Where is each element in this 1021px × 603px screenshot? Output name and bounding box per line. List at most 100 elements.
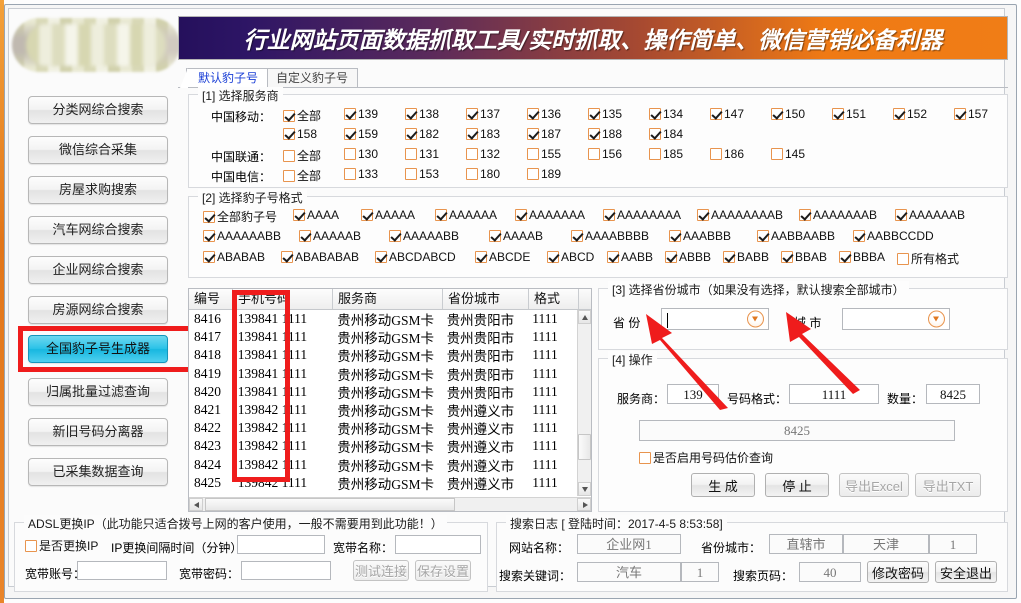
table-row[interactable]: 8422 139842 1111 贵州移动GSM卡 贵州遵义市 1111	[189, 419, 577, 437]
format-checkbox-ABABABAB[interactable]: ABABABAB	[281, 250, 359, 264]
provider-checkbox-130[interactable]: 130	[344, 147, 378, 161]
scroll-down-icon[interactable]	[578, 482, 591, 496]
table-row[interactable]: 8420 139841 1111 贵州移动GSM卡 贵州贵阳市 1111	[189, 383, 577, 401]
format-checkbox-ABBB[interactable]: ABBB	[665, 250, 711, 264]
format-checkbox-AAAAAABB[interactable]: AAAAAABB	[203, 229, 281, 243]
provider-checkbox-全部[interactable]: 全部	[283, 147, 321, 164]
format-checkbox-全部豹子号[interactable]: 全部豹子号	[203, 208, 277, 225]
broadband-account-field[interactable]	[77, 561, 167, 580]
broadband-name-field[interactable]	[395, 535, 481, 554]
provider-checkbox-180[interactable]: 180	[466, 167, 500, 181]
provider-checkbox-155[interactable]: 155	[527, 147, 561, 161]
provider-checkbox-184[interactable]: 184	[649, 127, 683, 141]
format-checkbox-AAAAAA[interactable]: AAAAAA	[435, 208, 497, 222]
provider-checkbox-151[interactable]: 151	[832, 107, 866, 121]
change-password-button[interactable]: 修改密码	[867, 561, 929, 583]
grid-column-header-2[interactable]: 服务商	[333, 289, 443, 309]
provider-checkbox-158[interactable]: 158	[283, 127, 317, 141]
format-checkbox-AAAAAAAA[interactable]: AAAAAAAA	[603, 208, 681, 222]
sidebar-item-house-wanted[interactable]: 房屋求购搜索	[28, 176, 168, 204]
provider-checkbox-131[interactable]: 131	[405, 147, 439, 161]
table-row[interactable]: 8425 139842 1111 贵州移动GSM卡 贵州遵义市 1111	[189, 474, 577, 492]
provider-checkbox-150[interactable]: 150	[771, 107, 805, 121]
format-checkbox-ABABAB[interactable]: ABABAB	[203, 250, 265, 264]
format-checkbox-ABCDE[interactable]: ABCDE	[475, 250, 530, 264]
scroll-right-icon[interactable]	[577, 498, 591, 511]
provider-checkbox-133[interactable]: 133	[344, 167, 378, 181]
format-checkbox-AAABBB[interactable]: AAABBB	[669, 229, 731, 243]
grid-column-header-3[interactable]: 省份城市	[443, 289, 529, 309]
export-txt-button[interactable]: 导出TXT	[915, 473, 981, 497]
format-checkbox-ABCD[interactable]: ABCD	[547, 250, 594, 264]
sidebar-item-baozi-generator[interactable]: 全国豹子号生成器	[28, 335, 168, 363]
table-row[interactable]: 8418 139841 1111 贵州移动GSM卡 贵州贵阳市 1111	[189, 346, 577, 364]
generate-button[interactable]: 生 成	[691, 473, 755, 497]
provider-checkbox-139[interactable]: 139	[344, 107, 378, 121]
scroll-up-icon[interactable]	[578, 310, 591, 324]
test-connection-button[interactable]: 测试连接	[353, 560, 409, 581]
op-count-field[interactable]: 8425	[926, 384, 980, 404]
grid-body[interactable]: 8416 139841 1111 贵州移动GSM卡 贵州贵阳市 1111 8417 1398…	[189, 310, 577, 496]
provider-checkbox-153[interactable]: 153	[405, 167, 439, 181]
format-checkbox-BBBA[interactable]: BBBA	[839, 250, 885, 264]
provider-checkbox-138[interactable]: 138	[405, 107, 439, 121]
provider-checkbox-135[interactable]: 135	[588, 107, 622, 121]
sidebar-item-collected-data[interactable]: 已采集数据查询	[28, 458, 168, 486]
provider-checkbox-156[interactable]: 156	[588, 147, 622, 161]
format-checkbox-AAAAA[interactable]: AAAAA	[361, 208, 415, 222]
logout-button[interactable]: 安全退出	[935, 561, 997, 583]
grid-column-header-0[interactable]: 编号	[189, 289, 233, 309]
provider-checkbox-137[interactable]: 137	[466, 107, 500, 121]
table-row[interactable]: 8416 139841 1111 贵州移动GSM卡 贵州贵阳市 1111	[189, 310, 577, 328]
sidebar-item-number-separator[interactable]: 新旧号码分离器	[28, 418, 168, 446]
provider-checkbox-147[interactable]: 147	[710, 107, 744, 121]
grid-vertical-scrollbar[interactable]	[577, 310, 591, 496]
format-checkbox-AAAAAAAB[interactable]: AAAAAAAB	[799, 208, 877, 222]
format-checkbox-AABBAABB[interactable]: AABBAABB	[757, 229, 835, 243]
format-checkbox-AAAAAAAAB[interactable]: AAAAAAAAB	[697, 208, 783, 222]
vertical-scroll-thumb[interactable]	[578, 434, 591, 460]
stop-button[interactable]: 停 止	[765, 473, 829, 497]
op-provider-field[interactable]: 139	[667, 384, 719, 404]
format-checkbox-AAAA[interactable]: AAAA	[293, 208, 339, 222]
results-grid[interactable]: 编号 手机号码 服务商 省份城市 格式 8416 139841 1111 贵州移动GSM卡贵…	[188, 288, 592, 512]
provider-checkbox-189[interactable]: 189	[527, 167, 561, 181]
province-select[interactable]	[661, 308, 769, 330]
tab-custom-baozi[interactable]: 自定义豹子号	[257, 68, 359, 88]
provider-checkbox-187[interactable]: 187	[527, 127, 561, 141]
table-row[interactable]: 8421 139842 1111 贵州移动GSM卡 贵州遵义市 1111	[189, 401, 577, 419]
provider-checkbox-132[interactable]: 132	[466, 147, 500, 161]
scroll-left-icon[interactable]	[189, 498, 203, 511]
sidebar-item-wechat-collect[interactable]: 微信综合采集	[28, 136, 168, 164]
table-row[interactable]: 8417 139841 1111 贵州移动GSM卡 贵州贵阳市 1111	[189, 328, 577, 346]
sidebar-item-car-search[interactable]: 汽车网综合搜索	[28, 216, 168, 244]
export-excel-button[interactable]: 导出Excel	[839, 473, 909, 497]
provider-checkbox-188[interactable]: 188	[588, 127, 622, 141]
format-checkbox-BBAB[interactable]: BBAB	[781, 250, 827, 264]
format-checkbox-AAAAB[interactable]: AAAAB	[489, 229, 543, 243]
provider-checkbox-159[interactable]: 159	[344, 127, 378, 141]
horizontal-scroll-thumb[interactable]	[205, 498, 455, 511]
format-checkbox-所有格式[interactable]: 所有格式	[897, 250, 959, 267]
provider-checkbox-全部[interactable]: 全部	[283, 107, 321, 124]
format-checkbox-BABB[interactable]: BABB	[723, 250, 769, 264]
op-format-field[interactable]: 1111	[789, 384, 879, 404]
change-ip-checkbox[interactable]: 是否更换IP	[25, 537, 98, 554]
sidebar-item-housing-search[interactable]: 房源网综合搜索	[28, 296, 168, 324]
provider-checkbox-152[interactable]: 152	[893, 107, 927, 121]
grid-horizontal-scrollbar[interactable]	[189, 497, 591, 511]
grid-column-header-4[interactable]: 格式	[529, 289, 579, 309]
tab-default-baozi[interactable]: 默认豹子号	[179, 68, 269, 88]
estimate-checkbox[interactable]: 是否启用号码估价查询	[639, 449, 773, 466]
format-checkbox-AAAAAB[interactable]: AAAAAB	[299, 229, 361, 243]
format-checkbox-AAAAAAB[interactable]: AAAAAAB	[895, 208, 965, 222]
save-settings-button[interactable]: 保存设置	[415, 560, 471, 581]
chevron-down-icon[interactable]	[747, 310, 764, 328]
format-checkbox-ABCDABCD[interactable]: ABCDABCD	[375, 250, 456, 264]
format-checkbox-AABB[interactable]: AABB	[607, 250, 653, 264]
sidebar-item-batch-filter[interactable]: 归属批量过滤查询	[28, 378, 168, 406]
provider-checkbox-157[interactable]: 157	[954, 107, 988, 121]
provider-checkbox-134[interactable]: 134	[649, 107, 683, 121]
sidebar-item-classified-search[interactable]: 分类网综合搜索	[28, 96, 168, 124]
format-checkbox-AABBCCDD[interactable]: AABBCCDD	[853, 229, 934, 243]
